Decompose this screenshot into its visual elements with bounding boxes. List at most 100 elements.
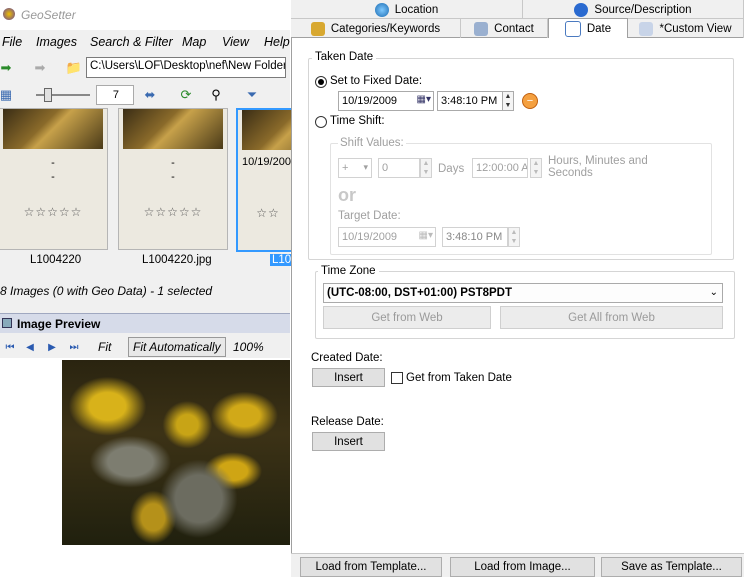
tab-label: Source/Description — [594, 3, 692, 16]
time-zone-select[interactable]: (UTC-08:00, DST+01:00) PST8PDT ⌄ — [323, 283, 723, 303]
time-shift-radio[interactable] — [315, 116, 327, 128]
path-input[interactable]: C:\Users\LOF\Desktop\nef\New Folder — [86, 57, 286, 78]
thumbnail-image — [123, 109, 223, 149]
tab-source-description[interactable]: Source/Description — [523, 0, 744, 19]
menu-bar: File Images Search & Filter Map View Hel… — [0, 32, 290, 54]
back-arrow-icon[interactable]: ➡ — [0, 58, 16, 78]
preview-title-text: Image Preview — [17, 317, 101, 331]
menu-file[interactable]: File — [2, 35, 22, 49]
app-title: GeoSetter — [21, 8, 76, 22]
folder-up-icon[interactable]: 📁 — [64, 58, 84, 78]
tab-label: Contact — [494, 22, 534, 35]
contact-card-icon — [474, 21, 489, 36]
tab-label: Categories/Keywords — [330, 22, 441, 35]
thumbnail-card[interactable]: - - ☆☆☆☆☆ — [0, 108, 108, 250]
menu-search-filter[interactable]: Search & Filter — [90, 35, 173, 49]
fixed-date-radio[interactable] — [315, 76, 327, 88]
binoculars-icon[interactable]: ⚲ — [206, 85, 226, 105]
thumbnail-size-input[interactable]: 7 — [96, 85, 134, 105]
tab-location[interactable]: Location — [291, 0, 523, 19]
release-insert-button[interactable]: Insert — [312, 432, 385, 451]
get-from-taken-date-checkbox[interactable] — [391, 372, 403, 384]
title-bar: GeoSetter — [0, 0, 290, 30]
get-from-taken-date-label: Get from Taken Date — [406, 372, 512, 384]
or-separator: or — [338, 185, 356, 205]
tab-date[interactable]: Date — [548, 18, 628, 38]
shift-sign-value: + — [342, 162, 349, 174]
time-shift-label: Time Shift: — [330, 115, 385, 127]
slider-thumb[interactable] — [44, 88, 52, 102]
target-time-spinner[interactable]: ▲ ▼ — [508, 227, 520, 247]
get-all-from-web-button[interactable]: Get All from Web — [500, 306, 723, 329]
fixed-time-input[interactable]: 3:48:10 PM — [437, 91, 503, 111]
fixed-time-spinner[interactable]: ▲ ▼ — [502, 91, 514, 111]
grid-view-icon[interactable]: ▦ — [0, 85, 16, 105]
fit-button[interactable]: Fit — [98, 340, 111, 354]
fixed-date-input[interactable]: 10/19/2009 ▦▾ — [338, 91, 434, 111]
calendar-icon — [564, 20, 581, 37]
globe-icon — [374, 2, 389, 17]
fixed-date-value: 10/19/2009 — [342, 95, 398, 107]
hms-label: Hours, Minutes and Seconds — [548, 155, 648, 179]
target-time-input[interactable]: 3:48:10 PM — [442, 227, 508, 247]
calendar-dropdown-icon[interactable]: ▦▾ — [419, 230, 433, 241]
menu-images[interactable]: Images — [36, 35, 77, 49]
filter-icon[interactable]: ⏷ — [242, 85, 262, 105]
view-toolbar: ▦ 7 ⬌ ⟳ ⚲ ⏷ — [0, 82, 290, 108]
zoom-select[interactable]: 100% — [233, 340, 264, 354]
tab-contact[interactable]: Contact — [461, 19, 548, 38]
target-date-label: Target Date: — [338, 210, 401, 222]
geotag-icon[interactable]: ⬌ — [140, 85, 160, 105]
load-from-template-button[interactable]: Load from Template... — [300, 557, 442, 577]
thumbnail-card[interactable]: - - ☆☆☆☆☆ — [118, 108, 228, 250]
rating-stars[interactable]: ☆☆☆☆☆ — [119, 205, 227, 219]
panel-icon — [2, 318, 12, 328]
target-date-input[interactable]: 10/19/2009 ▦▾ — [338, 227, 436, 247]
tabs-row-2: Categories/Keywords Contact Date *Custom… — [291, 18, 744, 38]
preview-toolbar: ⏮ ◀ ▶ ⏭ Fit Fit Automatically 100% — [0, 336, 290, 358]
menu-map[interactable]: Map — [182, 35, 206, 49]
custom-view-icon — [639, 21, 654, 36]
tab-custom-view[interactable]: *Custom View — [628, 19, 744, 38]
last-image-icon[interactable]: ⏭ — [64, 337, 84, 357]
days-label: Days — [438, 163, 465, 175]
thumb-filename: L1004220.jpg — [142, 254, 212, 266]
refresh-icon[interactable]: ⟳ — [176, 85, 196, 105]
fit-automatically-button[interactable]: Fit Automatically — [128, 337, 226, 357]
app-icon — [3, 8, 15, 20]
days-spinner[interactable]: ▲ ▼ — [420, 158, 432, 178]
time-zone-value: (UTC-08:00, DST+01:00) PST8PDT — [327, 287, 513, 299]
tab-categories-keywords[interactable]: Categories/Keywords — [291, 19, 461, 38]
previous-image-icon[interactable]: ◀ — [20, 337, 40, 357]
chevron-down-icon: ▾ — [363, 162, 368, 172]
first-image-icon[interactable]: ⏮ — [0, 337, 20, 357]
menu-view[interactable]: View — [222, 35, 249, 49]
shift-days-input[interactable]: 0 — [378, 158, 420, 178]
created-insert-button[interactable]: Insert — [312, 368, 385, 387]
thumb-filename: L1004220 — [30, 254, 82, 266]
menu-help[interactable]: Help — [264, 35, 290, 49]
time-zone-label: Time Zone — [318, 265, 379, 277]
tab-label: Location — [394, 3, 439, 16]
thumb-filename-selected: L10 — [270, 254, 294, 266]
created-date-label: Created Date: — [311, 352, 383, 364]
target-date-value: 10/19/2009 — [342, 231, 398, 243]
shift-sign-select[interactable]: + ▾ — [338, 158, 372, 178]
next-image-icon[interactable]: ▶ — [42, 337, 62, 357]
get-from-web-button[interactable]: Get from Web — [323, 306, 491, 329]
calendar-dropdown-icon[interactable]: ▦▾ — [417, 94, 431, 105]
thumbnail-image — [3, 109, 103, 149]
shift-time-input[interactable]: 12:00:00 A — [472, 158, 528, 178]
info-icon — [574, 2, 589, 17]
clear-date-icon[interactable]: − — [522, 93, 538, 109]
release-date-label: Release Date: — [311, 416, 384, 428]
load-from-image-button[interactable]: Load from Image... — [450, 557, 595, 577]
thumbnail-grid: - - ☆☆☆☆☆ L1004220 - - ☆☆☆☆☆ L1004220.jp… — [0, 108, 342, 278]
preview-image — [62, 360, 290, 545]
bottom-button-bar: Load from Template... Load from Image...… — [291, 553, 744, 577]
rating-stars[interactable]: ☆☆ — [238, 206, 298, 220]
forward-arrow-icon[interactable]: ➡ — [30, 58, 50, 78]
save-as-template-button[interactable]: Save as Template... — [601, 557, 742, 577]
shift-time-spinner[interactable]: ▲ ▼ — [530, 158, 542, 178]
rating-stars[interactable]: ☆☆☆☆☆ — [0, 205, 107, 219]
